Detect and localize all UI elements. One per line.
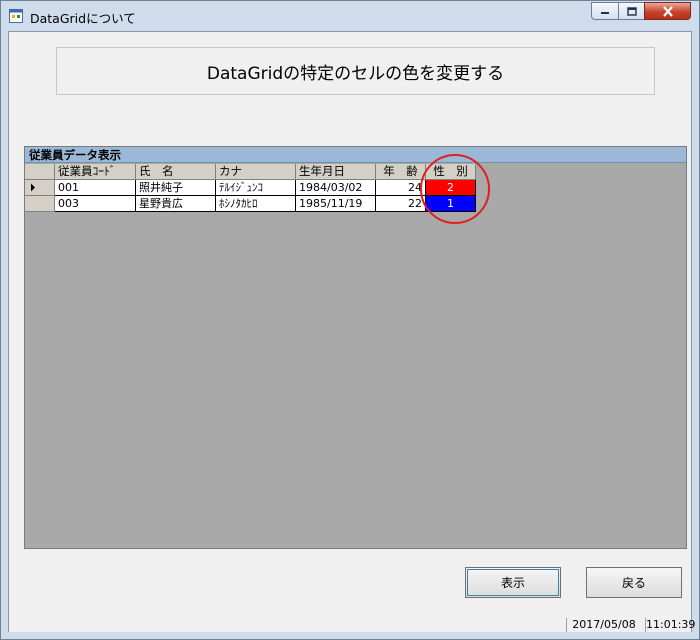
status-bar: 2017/05/08 11:01:39 (9, 617, 696, 632)
cell-code[interactable]: 001 (55, 180, 136, 196)
close-icon (662, 5, 673, 17)
employee-datagrid[interactable]: 従業員データ表示 従業員ｺｰﾄﾞ 氏 名 カナ 生年月日 年 齢 性 別 001… (24, 146, 687, 549)
show-button[interactable]: 表示 (465, 567, 561, 598)
page-title: DataGridの特定のセルの色を変更する (206, 63, 505, 84)
column-header-name[interactable]: 氏 名 (136, 164, 216, 180)
cell-kana[interactable]: ﾎｼﾉﾀｶﾋﾛ (216, 196, 296, 212)
maximize-icon (626, 6, 637, 16)
column-header-birthdate[interactable]: 生年月日 (296, 164, 376, 180)
cell-name[interactable]: 照井純子 (136, 180, 216, 196)
column-header-age[interactable]: 年 齢 (376, 164, 426, 180)
row-header[interactable] (25, 180, 55, 196)
minimize-icon (601, 12, 609, 14)
status-time: 11:01:39 (645, 618, 696, 632)
cell-name[interactable]: 星野貴広 (136, 196, 216, 212)
cell-age[interactable]: 22 (376, 196, 426, 212)
form-client-area: DataGridの特定のセルの色を変更する 従業員データ表示 従業員ｺｰﾄﾞ 氏… (8, 31, 696, 632)
app-window: DataGridについて DataGridの特定のセルの色を変更する 従業員デー… (0, 0, 700, 640)
highlight-circle (420, 154, 490, 224)
minimize-button[interactable] (591, 2, 619, 20)
back-button[interactable]: 戻る (586, 567, 682, 598)
cell-birthdate[interactable]: 1985/11/19 (296, 196, 376, 212)
close-button[interactable] (644, 2, 691, 20)
cell-age[interactable]: 24 (376, 180, 426, 196)
app-icon[interactable] (9, 9, 23, 23)
status-date: 2017/05/08 (566, 618, 641, 632)
window-title: DataGridについて (30, 11, 136, 26)
row-header[interactable] (25, 196, 55, 212)
title-bar[interactable]: DataGridについて (1, 1, 699, 31)
cell-kana[interactable]: ﾃﾙｲｼﾞｭﾝｺ (216, 180, 296, 196)
grid-corner-header (25, 164, 55, 180)
grid-caption: 従業員データ表示 (25, 147, 686, 163)
column-header-kana[interactable]: カナ (216, 164, 296, 180)
cell-code[interactable]: 003 (55, 196, 136, 212)
row-pointer-icon (31, 183, 35, 192)
maximize-button[interactable] (618, 2, 645, 20)
cell-birthdate[interactable]: 1984/03/02 (296, 180, 376, 196)
column-header-code[interactable]: 従業員ｺｰﾄﾞ (55, 164, 136, 180)
page-title-panel: DataGridの特定のセルの色を変更する (56, 47, 655, 95)
